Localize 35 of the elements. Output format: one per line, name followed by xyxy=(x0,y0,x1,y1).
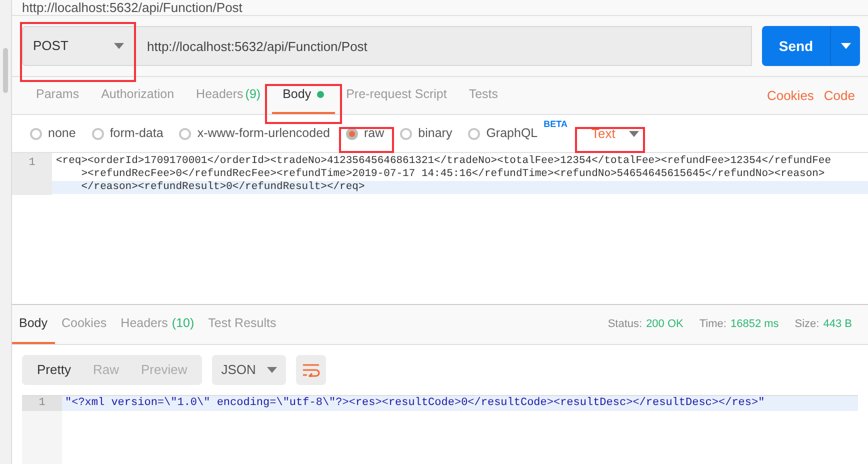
window-title: http://localhost:5632/api/Function/Post xyxy=(22,1,242,15)
request-tab[interactable]: Authorization xyxy=(90,77,186,114)
response-tab[interactable]: Test Results xyxy=(201,305,284,344)
url-field[interactable]: http://localhost:5632/api/Function/Post xyxy=(135,26,752,66)
stat-value: 443 B xyxy=(823,317,852,332)
stat-label: Status: xyxy=(608,317,642,332)
method-dropdown[interactable]: POST xyxy=(22,26,135,66)
stat-value: 200 OK xyxy=(646,317,684,332)
line-number: 1 xyxy=(38,396,46,412)
header-link[interactable]: Cookies xyxy=(766,86,814,106)
request-tab[interactable]: Pre-request Script xyxy=(335,77,458,114)
body-type-radio[interactable]: raw xyxy=(346,124,384,143)
view-mode-option[interactable]: Pretty xyxy=(26,355,82,385)
code-line: ><refundRecFee>0</refundRecFee><refundTime>2019-07-17 14:45:16</refundTime><refundNo>54654645615645</refundNo><reason> xyxy=(80,166,825,181)
response-tab[interactable]: Headers (10) xyxy=(114,305,202,344)
send-button[interactable]: Send xyxy=(762,26,830,66)
body-type-radio[interactable]: binary xyxy=(400,124,452,143)
code-line: "<?xml version=\"1.0\" encoding=\"utf-8\"?><res><resultCode>0</resultCode><resultDesc></resultDesc></res>" xyxy=(65,396,765,412)
code-line: <req><orderId>1709170001</orderId><tradeNo>41235645646861321</tradeNo><totalFee>12354</totalFee><refundFee>12354</refundFee xyxy=(56,154,832,168)
format-dropdown[interactable]: Text xyxy=(591,124,640,144)
response-editor[interactable]: 1 "<?xml version=\"1.0\" encoding=\"utf-8\"?><res><resultCode>0</resultCode><resultDesc></resultDesc></res>" xyxy=(22,395,858,464)
response-format-dropdown[interactable]: JSON xyxy=(212,355,286,385)
stat-value: 16852 ms xyxy=(730,317,779,332)
stat-label: Time: xyxy=(699,317,726,332)
body-type-radio[interactable]: form-data xyxy=(92,124,164,143)
request-tab[interactable]: Headers (9) xyxy=(185,77,272,114)
body-type-radio[interactable]: none xyxy=(30,124,76,143)
request-tab[interactable]: Params xyxy=(25,77,90,114)
body-type-radio[interactable]: x-www-form-urlencoded xyxy=(179,124,330,143)
line-number: 1 xyxy=(28,156,36,171)
request-tab[interactable]: Tests xyxy=(458,77,509,114)
header-link[interactable]: Code xyxy=(824,86,855,106)
response-tab[interactable]: Cookies xyxy=(54,305,114,344)
code-line: </reason><refundResult>0</refundResult></req> xyxy=(80,180,365,195)
stat-label: Size: xyxy=(794,317,820,332)
